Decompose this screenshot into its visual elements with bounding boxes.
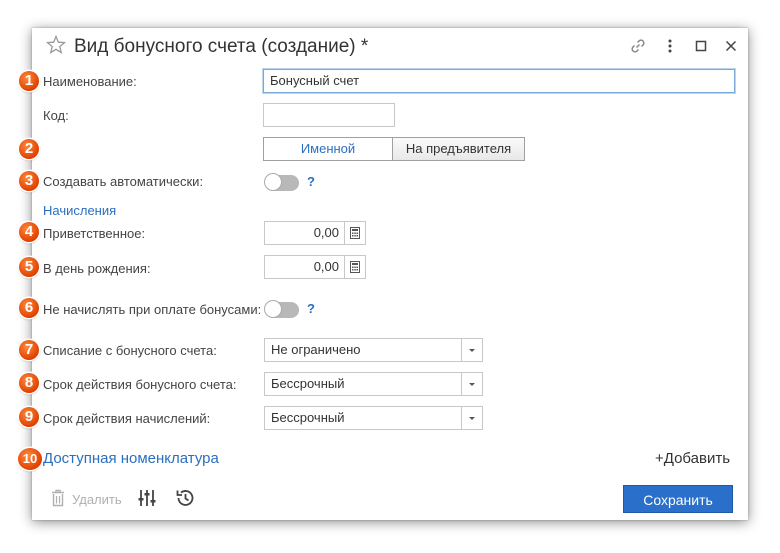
history-icon[interactable] bbox=[174, 487, 196, 509]
badge-8: 8 bbox=[19, 373, 39, 393]
validity-label: Срок действия бонусного счета: bbox=[43, 377, 237, 392]
welcome-label: Приветственное: bbox=[43, 226, 146, 241]
badge-6: 6 bbox=[19, 298, 39, 318]
writeoff-value: Не ограничено bbox=[271, 342, 361, 357]
segment-bearer[interactable]: На предъявителя bbox=[392, 137, 525, 161]
link-icon[interactable] bbox=[629, 37, 647, 55]
name-input[interactable]: Бонусный счет bbox=[263, 69, 735, 93]
validity-dropdown-button[interactable] bbox=[461, 373, 482, 395]
badge-4: 4 bbox=[19, 222, 39, 242]
welcome-amount-input[interactable]: 0,00 bbox=[264, 221, 366, 245]
window-title: Вид бонусного счета (создание) * bbox=[74, 36, 369, 57]
trash-icon[interactable] bbox=[47, 487, 69, 509]
badge-3: 3 bbox=[19, 171, 39, 191]
accrual-validity-dropdown-button[interactable] bbox=[461, 407, 482, 429]
accrual-validity-label: Срок действия начислений: bbox=[43, 411, 211, 426]
welcome-amount-value: 0,00 bbox=[313, 225, 339, 240]
writeoff-label: Списание с бонусного счета: bbox=[43, 343, 217, 358]
no-accrue-help[interactable]: ? bbox=[307, 301, 315, 316]
badge-9: 9 bbox=[19, 407, 39, 427]
maximize-icon[interactable] bbox=[692, 37, 710, 55]
writeoff-select[interactable]: Не ограничено bbox=[264, 338, 483, 362]
writeoff-dropdown-button[interactable] bbox=[461, 339, 482, 361]
star-icon[interactable] bbox=[46, 35, 66, 55]
birthday-amount-value: 0,00 bbox=[313, 259, 339, 274]
accruals-section-title: Начисления bbox=[43, 203, 117, 218]
auto-create-label: Создавать автоматически: bbox=[43, 174, 204, 189]
welcome-calculator-button[interactable] bbox=[344, 222, 365, 244]
dialog-window: Вид бонусного счета (создание) * 1 Наиме… bbox=[18, 28, 748, 520]
dropdown-arrow-icon bbox=[469, 383, 475, 386]
close-icon[interactable] bbox=[722, 37, 740, 55]
toggle-knob bbox=[264, 173, 282, 191]
more-icon[interactable] bbox=[661, 37, 679, 55]
birthday-calculator-button[interactable] bbox=[344, 256, 365, 278]
validity-value: Бессрочный bbox=[271, 376, 345, 391]
no-accrue-toggle[interactable] bbox=[264, 300, 299, 318]
settings-sliders-icon[interactable] bbox=[136, 487, 158, 509]
segment-named[interactable]: Именной bbox=[263, 137, 393, 161]
nomenclature-link[interactable]: Доступная номенклатура bbox=[43, 450, 219, 467]
calculator-icon bbox=[350, 261, 360, 273]
calculator-icon bbox=[350, 227, 360, 239]
badge-1: 1 bbox=[19, 71, 39, 91]
accrual-validity-value: Бессрочный bbox=[271, 410, 345, 425]
save-button[interactable]: Сохранить bbox=[623, 485, 733, 513]
toggle-knob bbox=[264, 300, 282, 318]
auto-create-toggle[interactable] bbox=[264, 173, 299, 191]
dropdown-arrow-icon bbox=[469, 417, 475, 420]
code-label: Код: bbox=[43, 108, 69, 123]
name-label: Наименование: bbox=[43, 74, 137, 89]
birthday-label: В день рождения: bbox=[43, 261, 151, 276]
delete-button[interactable]: Удалить bbox=[72, 492, 122, 507]
badge-5: 5 bbox=[19, 257, 39, 277]
accrual-validity-select[interactable]: Бессрочный bbox=[264, 406, 483, 430]
badge-7: 7 bbox=[19, 340, 39, 360]
badge-10: 10 bbox=[18, 448, 42, 470]
no-accrue-label: Не начислять при оплате бонусами: bbox=[43, 302, 262, 317]
dropdown-arrow-icon bbox=[469, 349, 475, 352]
add-nomenclature-button[interactable]: +Добавить bbox=[655, 450, 730, 467]
validity-select[interactable]: Бессрочный bbox=[264, 372, 483, 396]
auto-create-help[interactable]: ? bbox=[307, 174, 315, 189]
badge-2: 2 bbox=[19, 139, 39, 159]
code-input[interactable] bbox=[263, 103, 395, 127]
birthday-amount-input[interactable]: 0,00 bbox=[264, 255, 366, 279]
